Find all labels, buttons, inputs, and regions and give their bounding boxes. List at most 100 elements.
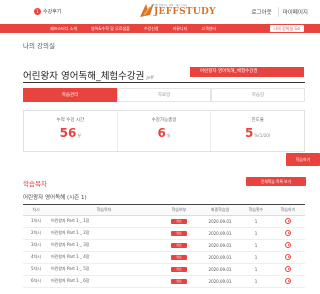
badge-label: 수강후기: [43, 9, 62, 15]
play-icon[interactable]: [285, 266, 291, 272]
course-select[interactable]: 어린왕자 영어독해_체험수강권: [190, 67, 304, 77]
stat-value: 6일: [118, 126, 211, 140]
stat-value: 5%(1/20): [211, 126, 304, 140]
lesson-status: 완료: [159, 239, 199, 252]
course-title: 어린왕자 영어독해_체험수강권 Jeff: [23, 68, 154, 82]
logo-text: JEFFSTUDY: [154, 7, 216, 17]
lesson-name: 어린왕자 Part 1 _ 3장: [49, 239, 159, 252]
lesson-status: 완료: [159, 251, 199, 264]
title-divider: [23, 82, 305, 83]
badge-count: 1: [34, 8, 41, 15]
lesson-play: [271, 263, 305, 276]
table-row: 4차시 어린왕자 Part 1 _ 4장 완료 2020.09.01 1: [23, 251, 305, 264]
lesson-date: 2020.09.01: [199, 215, 241, 228]
col-header-count: 학습횟수: [241, 205, 271, 216]
mypage-link[interactable]: 마이페이지: [277, 7, 312, 17]
col-header-play: 학습하기: [271, 205, 305, 216]
course-subtitle: 어린왕자 영어독해 (시즌 1): [23, 195, 87, 201]
stat-unit: 일: [166, 133, 171, 138]
col-header-date: 최종학습일: [199, 205, 241, 216]
lesson-name: 어린왕자 Part 1 _ 5장: [49, 263, 159, 276]
lesson-table: 차시 학습목차 학습여부 최종학습일 학습횟수 학습하기 1차시 어린왕자 Pa…: [23, 205, 305, 288]
lesson-no: 3차시: [23, 239, 49, 252]
play-icon[interactable]: [285, 218, 291, 224]
stat-label: 누적 수강 시간: [56, 118, 85, 123]
lesson-no: 5차시: [23, 263, 49, 276]
status-badge: 완료: [171, 255, 187, 260]
lesson-date: 2020.09.01: [199, 251, 241, 264]
play-icon[interactable]: [285, 230, 291, 236]
stat-total-time: 누적 수강 시간 56분: [24, 111, 118, 151]
col-header-status: 학습여부: [159, 205, 199, 216]
lesson-play: [271, 275, 305, 288]
stat-unit: 분: [77, 133, 82, 138]
nav-item-support[interactable]: 고객센터: [201, 24, 216, 33]
lesson-date: 2020.09.01: [199, 275, 241, 288]
lesson-count: 1: [241, 227, 271, 240]
lesson-no: 4차시: [23, 251, 49, 264]
nav-item-samples[interactable]: 영어&수학 및 무료샘플: [91, 24, 130, 33]
nav-item-about[interactable]: 제프스터디 소개: [50, 24, 77, 33]
lesson-status: 완료: [159, 275, 199, 288]
table-row: 5차시 어린왕자 Part 1 _ 5장 완료 2020.09.01 1: [23, 263, 305, 276]
stat-number: 5: [245, 126, 254, 140]
status-badge: 완료: [171, 279, 187, 284]
tab-workbook[interactable]: 학습장: [211, 88, 305, 102]
table-row: 6차시 어린왕자 Part 1 _ 6장 완료 2020.09.01 1: [23, 275, 305, 288]
lesson-count: 1: [241, 215, 271, 228]
lesson-count: 1: [241, 239, 271, 252]
lesson-name: 어린왕자 Part 1 _ 2장: [49, 227, 159, 240]
col-header-name: 학습목차: [49, 205, 159, 216]
nav-item-enroll[interactable]: 수강신청: [144, 24, 159, 33]
stat-unit: %(1/20): [254, 133, 271, 138]
stat-number: 56: [59, 126, 77, 140]
tab-resources[interactable]: 자료방: [117, 88, 211, 102]
tab-study-management[interactable]: 학습관리: [23, 88, 117, 102]
lesson-name: 어린왕자 Part 1 _ 6장: [49, 275, 159, 288]
play-icon[interactable]: [285, 254, 291, 260]
lesson-no: 2차시: [23, 227, 49, 240]
play-icon[interactable]: [285, 242, 291, 248]
lesson-count: 1: [241, 263, 271, 276]
status-badge: 완료: [171, 267, 187, 272]
section-title: 학습목차: [23, 180, 47, 188]
review-badge[interactable]: 1 수강후기: [34, 8, 61, 15]
stat-days-left: 수강가능총일 6일: [118, 111, 212, 151]
lesson-status: 완료: [159, 215, 199, 228]
my-classroom-button[interactable]: 나의 강의실 Go: [269, 25, 304, 32]
lesson-count: 1: [241, 251, 271, 264]
lesson-date: 2020.09.01: [199, 263, 241, 276]
status-badge: 완료: [171, 219, 187, 224]
table-header-row: 차시 학습목차 학습여부 최종학습일 학습횟수 학습하기: [23, 205, 305, 216]
lesson-name: 어린왕자 Part 1 _ 1장: [49, 215, 159, 228]
play-icon[interactable]: [285, 278, 291, 284]
study-button[interactable]: 학습하기: [286, 153, 320, 166]
lesson-no: 6차시: [23, 275, 49, 288]
top-bar: 1 수강후기 영어를 읽어주는 영어 · 제프스터디 JEFFSTUDY 로그아…: [0, 0, 320, 24]
nav-item-community[interactable]: 커뮤니티: [173, 24, 188, 33]
lesson-no: 1차시: [23, 215, 49, 228]
lesson-count: 1: [241, 275, 271, 288]
stat-progress: 진도율 5%(1/20): [211, 111, 304, 151]
course-title-text: 어린왕자 영어독해_체험수강권: [23, 71, 145, 82]
view-all-lessons-button[interactable]: 전체학습 목록 보기: [246, 177, 306, 186]
col-header-no: 차시: [23, 205, 49, 216]
lesson-play: [271, 227, 305, 240]
table-row: 2차시 어린왕자 Part 1 _ 2장 완료 2020.09.01 1: [23, 227, 305, 240]
table-row: 3차시 어린왕자 Part 1 _ 3장 완료 2020.09.01 1: [23, 239, 305, 252]
logout-link[interactable]: 로그아웃: [247, 7, 275, 17]
lesson-play: [271, 239, 305, 252]
status-badge: 완료: [171, 243, 187, 248]
lesson-play: [271, 215, 305, 228]
stat-label: 수강가능총일: [151, 118, 177, 123]
lesson-status: 완료: [159, 227, 199, 240]
lesson-name: 어린왕자 Part 1 _ 4장: [49, 251, 159, 264]
status-badge: 완료: [171, 231, 187, 236]
lesson-status: 완료: [159, 263, 199, 276]
stats-panel: 누적 수강 시간 56분 수강가능총일 6일 진도율 5%(1/20): [23, 110, 305, 152]
stat-number: 6: [157, 126, 166, 140]
lesson-play: [271, 251, 305, 264]
account-links: 로그아웃 마이페이지: [247, 7, 312, 17]
stat-label: 진도율: [251, 118, 264, 123]
page-title: 나의 강의실: [23, 42, 55, 50]
